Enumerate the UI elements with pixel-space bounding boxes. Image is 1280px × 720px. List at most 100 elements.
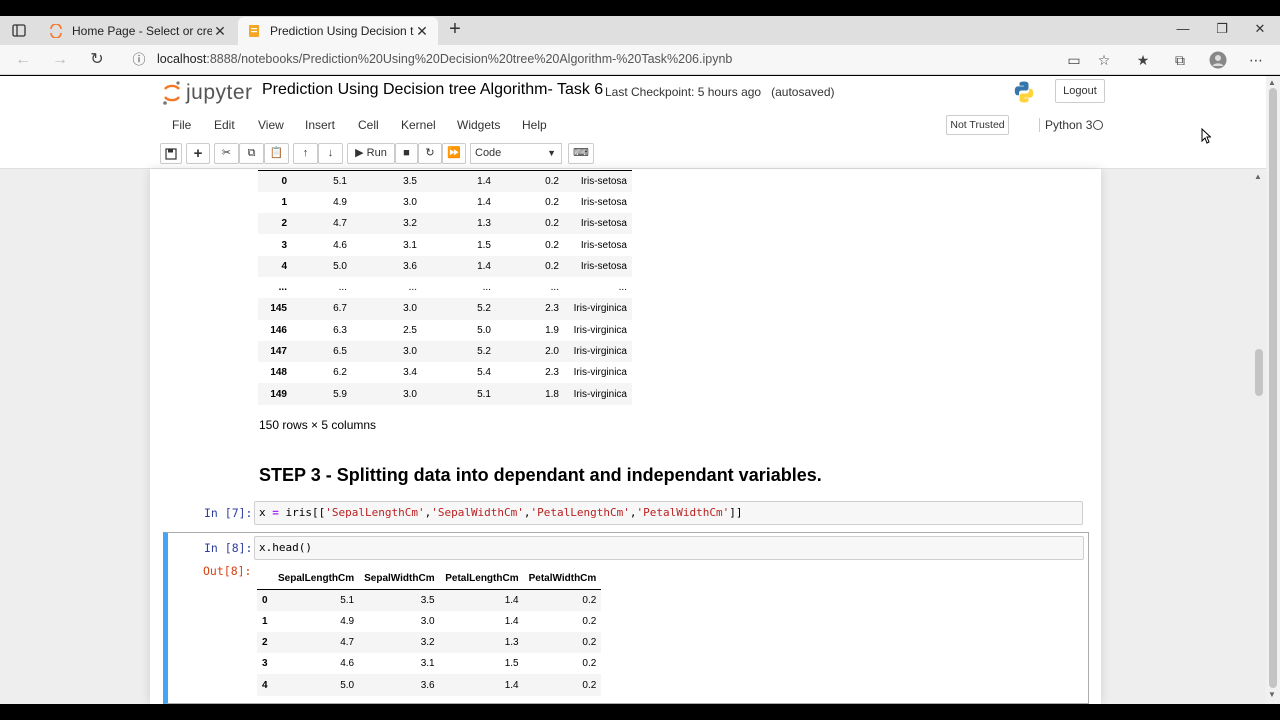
table-cell: 4.6 (340, 658, 355, 670)
mouse-cursor-icon (1201, 127, 1212, 149)
menu-cell[interactable]: Cell (358, 118, 379, 132)
reader-mode-icon[interactable]: ▭ (1064, 51, 1084, 69)
address-bar[interactable]: localhost:8888/notebooks/Prediction%20Us… (157, 52, 732, 66)
menu-insert[interactable]: Insert (305, 118, 335, 132)
restart-kernel-icon[interactable]: ↻ (418, 143, 442, 164)
tab-notebook[interactable]: Prediction Using Decision tree Al ✕ (238, 17, 438, 45)
cell-type-select[interactable]: Code ▼ (470, 143, 562, 164)
scroll-down-icon[interactable]: ▼ (1268, 690, 1276, 699)
row-index: 149 (258, 383, 292, 405)
browser-tab-strip: Home Page - Select or create a n ✕ Predi… (0, 16, 1280, 45)
minimize-icon[interactable]: — (1168, 21, 1198, 41)
move-down-icon[interactable]: ↓ (318, 143, 343, 164)
scroll-up-icon[interactable]: ▲ (1268, 78, 1276, 87)
table-cell: ... (338, 282, 347, 294)
row-index: 2 (258, 213, 292, 235)
menu-file[interactable]: File (172, 118, 191, 132)
save-icon[interactable] (160, 143, 182, 164)
row-index: 146 (270, 324, 287, 336)
jupyter-logo-icon (163, 81, 180, 105)
code-call: iris[[ (278, 506, 326, 519)
table-cell: Iris-setosa (564, 213, 632, 235)
table-cell: 3.0 (420, 615, 435, 627)
menu-kernel[interactable]: Kernel (401, 118, 436, 132)
refresh-icon[interactable]: ↻ (86, 50, 108, 70)
interrupt-icon[interactable]: ■ (395, 143, 418, 164)
menu-widgets[interactable]: Widgets (457, 118, 500, 132)
column-header: SepalWidthCm (359, 568, 440, 590)
table-cell: 5.9 (292, 383, 352, 405)
table-cell: 4.9 (333, 196, 347, 208)
favorites-icon[interactable]: ★ (1133, 51, 1153, 69)
table-cell: 1.4 (422, 170, 496, 192)
restore-icon[interactable]: ❐ (1207, 21, 1237, 41)
column-header: SepalLengthCm (273, 568, 360, 590)
copy-icon[interactable]: ⧉ (239, 143, 264, 164)
cell7-code-input[interactable]: x = iris[['SepalLengthCm','SepalWidthCm'… (254, 501, 1083, 525)
new-tab-icon[interactable]: + (444, 19, 466, 41)
move-up-icon[interactable]: ↑ (293, 143, 318, 164)
run-button[interactable]: ▶ Run (347, 143, 395, 164)
table-row: 3 4.6 3.1 1.5 0.2 (257, 653, 601, 674)
cell8-code-input[interactable]: x.head() (254, 536, 1084, 560)
scrollbar-thumb[interactable] (1255, 349, 1263, 396)
table-cell: 3.2 (359, 631, 440, 654)
row-index: 4 (258, 255, 292, 277)
notebook-favicon-icon (246, 23, 262, 39)
profile-avatar-icon[interactable] (1208, 51, 1228, 69)
back-icon[interactable]: ← (12, 50, 34, 70)
table-cell: 5.1 (273, 589, 360, 611)
notebook-name[interactable]: Prediction Using Decision tree Algorithm… (262, 81, 603, 99)
table-cell: ... (408, 282, 417, 294)
more-options-icon[interactable]: ⋯ (1246, 51, 1266, 69)
cell8-in-prompt: In [8]: (204, 541, 253, 555)
code-operator: = (272, 506, 279, 519)
head-dataframe-output: SepalLengthCm SepalWidthCm PetalLengthCm… (257, 568, 602, 696)
index-header (257, 568, 273, 590)
markdown-heading: STEP 3 - Splitting data into dependant a… (259, 465, 822, 485)
table-cell: 6.3 (333, 324, 347, 336)
table-cell: 0.2 (496, 255, 564, 277)
site-info-icon[interactable]: ⓘ (128, 50, 150, 70)
notebook-container: 0 5.1 3.5 1.4 0.2 Iris-setosa 1 4.9 3.0 1.4 0.2 Iri… (150, 169, 1101, 704)
table-cell: Iris-virginica (573, 324, 627, 336)
jupyter-logo[interactable]: jupyter (162, 80, 253, 106)
row-index: 3 (281, 239, 287, 251)
table-row: 4 5.0 3.6 1.4 0.2 (257, 674, 602, 696)
table-cell: 0.2 (582, 615, 597, 627)
collections-icon[interactable]: ⧉ (1170, 51, 1190, 69)
add-favorite-icon[interactable]: ☆ (1094, 51, 1114, 69)
restart-run-all-icon[interactable]: ⏩ (442, 143, 466, 164)
table-row: 148 6.2 3.4 5.4 2.3 Iris-virginica (258, 362, 632, 383)
tab-actions-icon[interactable] (8, 21, 30, 41)
cut-icon[interactable]: ✂ (214, 143, 239, 164)
iris-dataframe-output: 0 5.1 3.5 1.4 0.2 Iris-setosa 1 4.9 3.0 1.4 0.2 Iri… (258, 170, 632, 405)
menu-view[interactable]: View (258, 118, 284, 132)
tab-home-page[interactable]: Home Page - Select or create a n ✕ (40, 17, 236, 45)
table-cell: 5.0 (477, 324, 491, 336)
table-cell: Iris-setosa (580, 239, 627, 251)
table-row: 0 5.1 3.5 1.4 0.2 (257, 589, 602, 611)
close-tab-icon[interactable]: ✕ (414, 23, 430, 40)
scrollbar-thumb[interactable] (1269, 88, 1277, 688)
paste-icon[interactable]: 📋 (264, 143, 289, 164)
keyboard-shortcuts-icon[interactable]: ⌨ (568, 143, 594, 164)
close-tab-icon[interactable]: ✕ (212, 23, 228, 40)
menu-help[interactable]: Help (522, 118, 547, 132)
page-scrollbar[interactable]: ▲ ▼ (1266, 76, 1280, 704)
forward-icon[interactable]: → (49, 50, 71, 70)
menu-edit[interactable]: Edit (214, 118, 235, 132)
notebook-scrollbar[interactable]: ▲ (1252, 169, 1266, 704)
table-cell: 1.9 (545, 324, 559, 336)
cell8-selected[interactable]: In [8]: x.head() Out[8]: SepalLengthCm S… (163, 532, 1089, 704)
url-host: localhost (157, 52, 207, 66)
table-cell: 0.2 (496, 170, 564, 192)
logout-button[interactable]: Logout (1055, 79, 1105, 103)
trust-indicator[interactable]: Not Trusted (946, 115, 1009, 135)
table-cell: 3.4 (403, 367, 417, 379)
close-window-icon[interactable]: ✕ (1245, 21, 1275, 41)
table-cell: ... (482, 282, 491, 294)
scroll-up-icon[interactable]: ▲ (1254, 172, 1262, 181)
checkpoint-status: Last Checkpoint: 5 hours ago (autosaved) (605, 85, 835, 99)
insert-cell-icon[interactable]: + (186, 143, 210, 164)
